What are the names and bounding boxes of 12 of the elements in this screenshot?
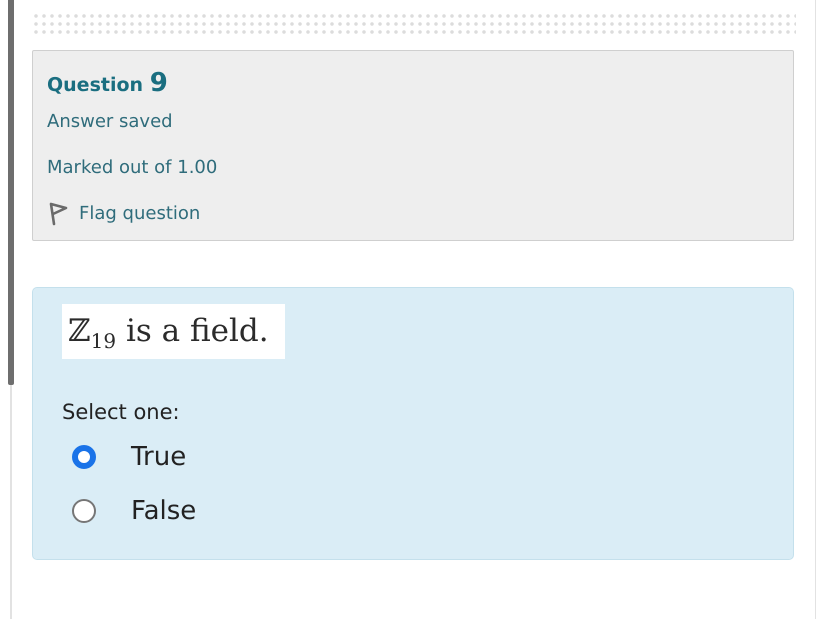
flag-icon (47, 202, 69, 226)
radio-button[interactable] (72, 499, 96, 523)
question-number: Question 9 (47, 67, 168, 100)
option-label[interactable]: True (131, 441, 186, 473)
answer-status: Answer saved (47, 111, 173, 133)
scrollbar[interactable] (8, 0, 14, 385)
radio-button[interactable] (72, 445, 96, 469)
select-prompt: Select one: (62, 399, 180, 425)
option-label[interactable]: False (131, 495, 196, 527)
mark-info: Marked out of 1.00 (47, 157, 218, 179)
question-text: ℤ$_{19}$ is a field. (62, 304, 285, 359)
flag-question-link[interactable]: Flag question (47, 202, 200, 226)
